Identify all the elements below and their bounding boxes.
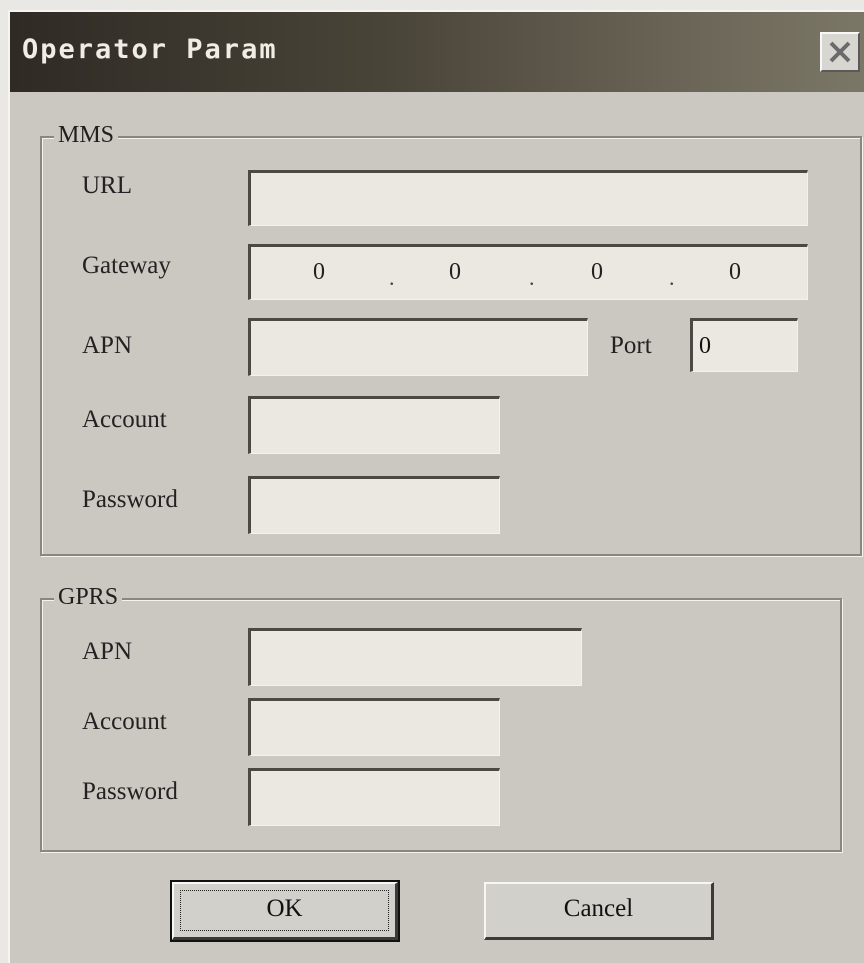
ok-button[interactable]: OK xyxy=(170,880,400,942)
mms-gateway-ip-input[interactable]: 0 . 0 . 0 . 0 xyxy=(248,244,808,300)
gprs-password-input[interactable] xyxy=(248,768,500,826)
ok-focus-rect xyxy=(180,890,389,931)
mms-password-input[interactable] xyxy=(248,476,500,534)
gateway-dot: . xyxy=(529,265,535,290)
mms-url-input[interactable] xyxy=(248,170,808,226)
gprs-account-input[interactable] xyxy=(248,698,500,756)
mms-gateway-label: Gateway xyxy=(82,252,171,279)
mms-account-input[interactable] xyxy=(248,396,500,454)
cancel-button[interactable]: Cancel xyxy=(484,882,714,940)
mms-apn-input[interactable] xyxy=(248,318,588,376)
gateway-octet-4: 0 xyxy=(729,259,741,285)
close-button[interactable] xyxy=(820,32,860,72)
window-title: Operator Param xyxy=(22,34,278,65)
mms-url-label: URL xyxy=(82,172,132,199)
gateway-dot: . xyxy=(389,265,395,290)
gateway-octet-3: 0 xyxy=(591,259,603,285)
operator-param-dialog: Operator Param MMS URL Gateway 0 . 0 . 0… xyxy=(8,10,864,963)
title-bar[interactable]: Operator Param xyxy=(10,12,864,92)
cancel-button-label: Cancel xyxy=(563,895,634,922)
gprs-legend: GPRS xyxy=(54,584,123,611)
mms-port-input[interactable] xyxy=(690,318,798,372)
mms-legend: MMS xyxy=(54,122,119,149)
gateway-octet-2: 0 xyxy=(449,259,461,285)
gprs-account-label: Account xyxy=(82,708,167,735)
close-icon xyxy=(829,41,851,63)
mms-apn-label: APN xyxy=(82,332,133,359)
gprs-password-label: Password xyxy=(82,778,178,805)
gateway-octet-1: 0 xyxy=(313,259,325,285)
gateway-dot: . xyxy=(669,265,675,290)
mms-account-label: Account xyxy=(82,406,167,433)
gprs-apn-input[interactable] xyxy=(248,628,582,686)
mms-password-label: Password xyxy=(82,486,178,513)
gprs-apn-label: APN xyxy=(82,638,133,665)
mms-port-label: Port xyxy=(610,332,652,359)
